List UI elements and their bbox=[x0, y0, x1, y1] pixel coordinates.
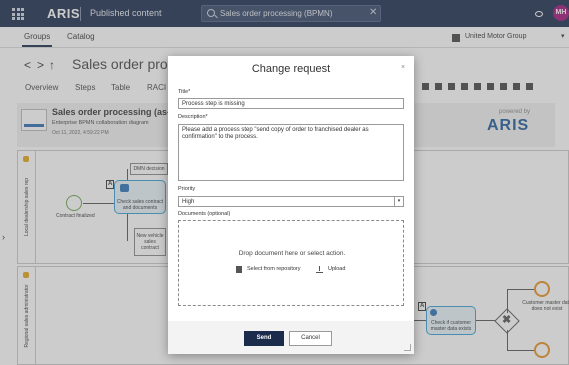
send-button[interactable]: Send bbox=[244, 331, 284, 346]
repository-icon bbox=[236, 266, 242, 273]
priority-label: Priority bbox=[178, 186, 196, 192]
upload-button[interactable]: Upload bbox=[328, 266, 345, 272]
description-field[interactable]: Please add a process step "send copy of … bbox=[178, 124, 404, 181]
title-field[interactable]: Process step is missing bbox=[178, 98, 404, 109]
dialog-title: Change request bbox=[251, 63, 331, 75]
change-request-dialog: Change request × Title* Process step is … bbox=[168, 56, 414, 354]
document-dropzone[interactable]: Drop document here or select action. Sel… bbox=[178, 220, 404, 306]
description-label: Description* bbox=[178, 114, 208, 120]
resize-handle[interactable] bbox=[404, 344, 411, 351]
chevron-down-icon[interactable]: ▾ bbox=[394, 197, 403, 206]
upload-icon bbox=[316, 266, 323, 273]
close-icon[interactable]: × bbox=[401, 64, 405, 71]
title-label: Title* bbox=[178, 89, 191, 95]
dialog-footer: Send Cancel bbox=[168, 321, 414, 354]
cancel-button[interactable]: Cancel bbox=[289, 331, 332, 346]
priority-select[interactable]: High bbox=[178, 196, 404, 207]
select-from-repository-button[interactable]: Select from repository bbox=[247, 266, 301, 272]
dropzone-text: Drop document here or select action. bbox=[238, 250, 346, 257]
documents-label: Documents (optional) bbox=[178, 211, 231, 217]
